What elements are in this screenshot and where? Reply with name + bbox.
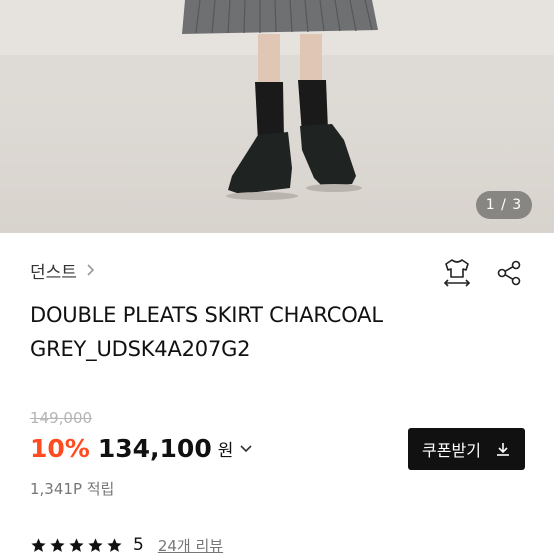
download-icon: [496, 443, 509, 456]
brand-link[interactable]: 던스트: [30, 258, 97, 283]
share-icon: [497, 260, 521, 286]
star-icon: [69, 537, 84, 552]
star-icon: [88, 537, 103, 552]
product-title-line: GREY_UDSK4A207G2: [30, 337, 251, 361]
product-image[interactable]: 1 / 3: [0, 0, 554, 233]
star-icon: [31, 537, 46, 552]
review-count-link[interactable]: 24개 리뷰: [158, 535, 223, 556]
share-button[interactable]: [494, 257, 524, 289]
virtual-fitting-button[interactable]: [442, 257, 472, 289]
shirt-size-icon: [443, 259, 471, 287]
rating-score: 5: [133, 535, 144, 555]
reward-points: 1,341P 적립: [30, 480, 115, 498]
coupon-download-button[interactable]: 쿠폰받기: [408, 428, 525, 470]
star-icon: [107, 537, 122, 552]
currency-label: 원: [217, 440, 234, 461]
chevron-right-icon: [87, 264, 95, 276]
sale-price: 134,100: [97, 433, 212, 463]
rating-summary: 5 24개 리뷰: [30, 533, 223, 557]
price-summary[interactable]: 10% 134,100 원: [30, 430, 253, 466]
coupon-button-label: 쿠폰받기: [422, 441, 481, 460]
product-title: DOUBLE PLEATS SKIRT CHARCOAL GREY_UDSK4A…: [30, 298, 530, 366]
star-icon: [50, 537, 65, 552]
product-title-line: DOUBLE PLEATS SKIRT CHARCOAL: [30, 303, 383, 327]
product-photo-illustration: [0, 0, 554, 200]
discount-rate: 10%: [30, 433, 90, 463]
image-counter: 1 / 3: [476, 191, 532, 219]
original-price: 149,000: [30, 409, 93, 427]
star-rating: [30, 537, 123, 554]
brand-name: 던스트: [30, 262, 77, 283]
chevron-down-icon: [240, 445, 252, 453]
